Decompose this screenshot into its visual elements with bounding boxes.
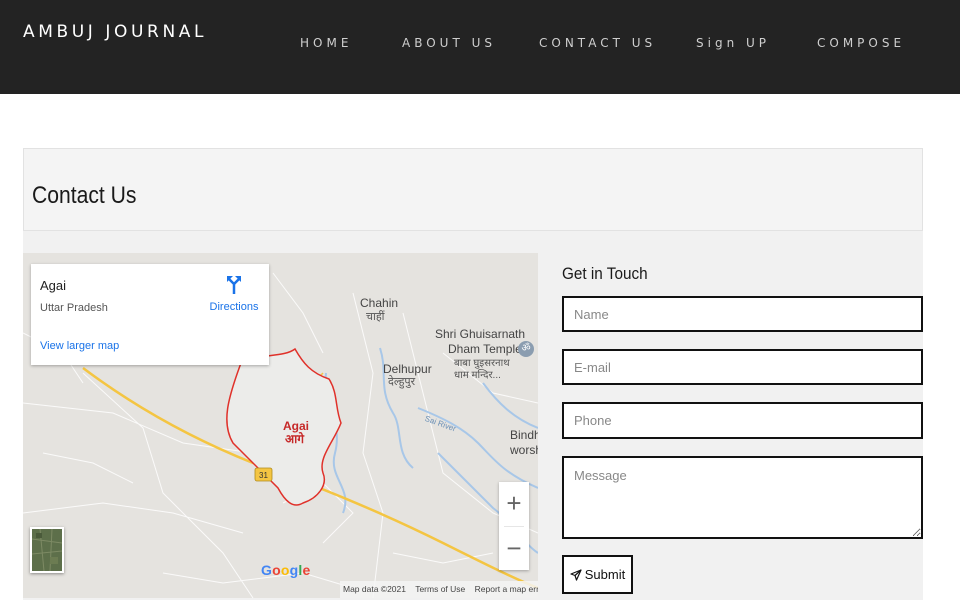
map-label-bindh-2: worsh [510,443,538,457]
route-shield-label: 31 [259,471,268,480]
map-label-chahin-hindi: चाहीं [366,311,385,323]
contact-header: Contact Us [23,148,923,231]
nav-sign-up[interactable]: Sign UP [696,36,770,50]
name-input[interactable] [562,296,923,332]
satellite-thumbnail-icon [32,529,62,571]
nav-compose[interactable]: COMPOSE [817,36,905,50]
temple-pin-icon: ॐ [518,341,534,357]
nav-home[interactable]: HOME [300,36,352,50]
map-label-temple-2: Dham Temple [448,342,522,356]
map-label-delhupur-hindi: देल्हुपुर [388,376,416,388]
zoom-in-button[interactable]: + [499,482,529,525]
report-map-error-link[interactable]: Report a map error [475,584,538,594]
submit-label: Submit [584,567,626,582]
phone-input[interactable] [562,402,923,439]
form-title: Get in Touch [562,264,648,283]
map-place-region: Uttar Pradesh [40,302,108,314]
brand-logo[interactable]: AMBUJ JOURNAL [23,22,207,42]
satellite-toggle[interactable] [30,527,64,573]
directions-button[interactable]: Directions [204,274,264,313]
map-label-agai: Agai [283,419,310,433]
map-label-temple-hindi: बाबा घुइसरनाथ [454,358,510,369]
google-logo: Google [261,562,311,578]
email-input[interactable] [562,349,923,385]
map-place-name: Agai [40,278,67,293]
view-larger-map-link[interactable]: View larger map [40,340,119,352]
page-title: Contact Us [32,182,137,209]
submit-button[interactable]: Submit [562,555,633,594]
map-label-delhupur: Delhupur [383,362,432,376]
zoom-out-button[interactable]: − [499,527,529,570]
directions-icon [227,276,241,294]
terms-of-use-link[interactable]: Terms of Use [415,584,465,594]
map-zoom-controls: + − [499,482,529,570]
navbar: AMBUJ JOURNAL HOME ABOUT US CONTACT US S… [0,0,960,94]
directions-label: Directions [209,301,259,313]
map-label-temple: Shri Ghuisarnath [435,327,526,341]
map-label-chahin: Chahin [360,296,399,310]
map-info-card: Agai Uttar Pradesh View larger map Direc… [31,264,269,365]
send-icon [570,568,582,581]
map-label-bindh: Bindh [510,428,538,442]
map-data-credit: Map data ©2021 [343,584,406,594]
map-attribution: Map data ©2021 Terms of Use Report a map… [340,581,538,598]
map-label-temple-hindi-2: धाम मन्दिर... [454,370,501,381]
map-label-agai-hindi: आगे [285,432,305,446]
nav-about-us[interactable]: ABOUT US [402,36,496,50]
nav-contact-us[interactable]: CONTACT US [539,36,656,50]
map-embed[interactable]: 31 Chahin चाहीं Shri Ghuisarnath Dham Te… [23,253,538,598]
message-textarea[interactable] [562,456,923,539]
